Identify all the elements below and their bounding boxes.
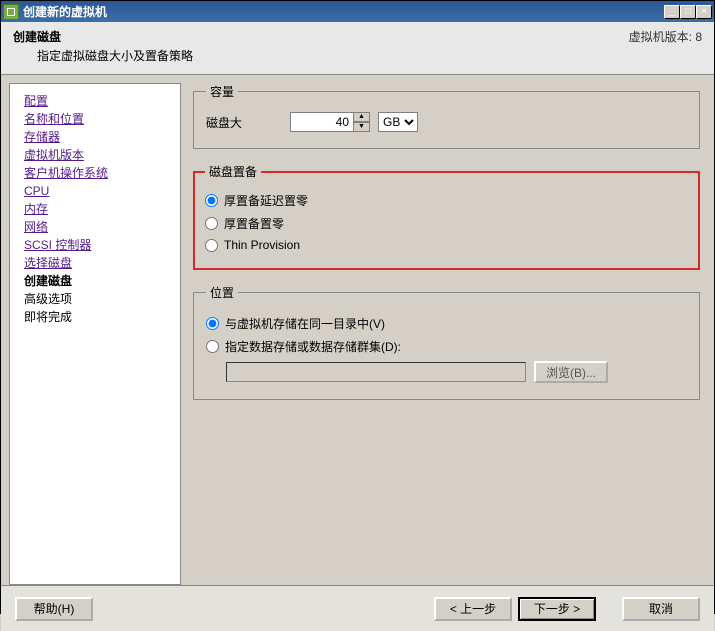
disk-size-input[interactable] xyxy=(290,112,354,132)
datastore-path-input xyxy=(226,362,526,382)
radio-thick-eager-label: 厚置备置零 xyxy=(224,215,284,232)
wizard-steps-sidebar: 配置 名称和位置 存储器 虚拟机版本 客户机操作系统 CPU 内存 网络 SCS… xyxy=(9,83,181,585)
capacity-group: 容量 磁盘大 ▲ ▼ GB xyxy=(193,83,700,149)
page-title: 创建磁盘 xyxy=(13,28,193,45)
step-cpu[interactable]: CPU xyxy=(24,182,180,200)
step-configuration[interactable]: 配置 xyxy=(24,92,180,110)
next-button[interactable]: 下一步 > xyxy=(518,597,596,621)
page-subtitle: 指定虚拟磁盘大小及置备策略 xyxy=(13,47,193,64)
step-create-disk: 创建磁盘 xyxy=(24,272,180,290)
close-button[interactable]: × xyxy=(696,5,712,19)
step-vm-version[interactable]: 虚拟机版本 xyxy=(24,146,180,164)
provisioning-legend: 磁盘置备 xyxy=(205,163,261,180)
radio-thin-provision-label: Thin Provision xyxy=(224,238,300,252)
minimize-button[interactable]: _ xyxy=(664,5,680,19)
browse-button: 浏览(B)... xyxy=(534,361,608,383)
step-network[interactable]: 网络 xyxy=(24,218,180,236)
window-title: 创建新的虚拟机 xyxy=(23,3,664,20)
radio-store-with-vm[interactable] xyxy=(206,317,219,330)
radio-specify-datastore-label: 指定数据存储或数据存储群集(D): xyxy=(225,338,401,355)
step-storage[interactable]: 存储器 xyxy=(24,128,180,146)
cancel-button[interactable]: 取消 xyxy=(622,597,700,621)
location-legend: 位置 xyxy=(206,284,238,301)
radio-thin-provision[interactable] xyxy=(205,239,218,252)
step-memory[interactable]: 内存 xyxy=(24,200,180,218)
step-scsi[interactable]: SCSI 控制器 xyxy=(24,236,180,254)
radio-specify-datastore[interactable] xyxy=(206,340,219,353)
radio-thick-lazy-label: 厚置备延迟置零 xyxy=(224,192,308,209)
radio-thick-lazy[interactable] xyxy=(205,194,218,207)
spinner-down-icon[interactable]: ▼ xyxy=(354,122,370,132)
disk-size-label: 磁盘大 xyxy=(206,114,242,131)
vsphere-icon xyxy=(3,4,19,20)
vm-version-label: 虚拟机版本: 8 xyxy=(629,28,702,64)
wizard-header: 创建磁盘 指定虚拟磁盘大小及置备策略 虚拟机版本: 8 xyxy=(1,22,714,75)
window-titlebar: 创建新的虚拟机 _ □ × xyxy=(1,1,714,22)
step-name-location[interactable]: 名称和位置 xyxy=(24,110,180,128)
wizard-main-panel: 容量 磁盘大 ▲ ▼ GB 磁盘置备 厚置备延迟置零 xyxy=(185,75,714,585)
maximize-button[interactable]: □ xyxy=(680,5,696,19)
back-button[interactable]: < 上一步 xyxy=(434,597,512,621)
radio-store-with-vm-label: 与虚拟机存储在同一目录中(V) xyxy=(225,315,385,332)
disk-size-unit-select[interactable]: GB xyxy=(378,112,418,132)
capacity-legend: 容量 xyxy=(206,83,238,100)
radio-thick-eager[interactable] xyxy=(205,217,218,230)
disk-size-spinner[interactable]: ▲ ▼ xyxy=(290,112,370,132)
step-advanced: 高级选项 xyxy=(24,290,180,308)
step-ready: 即将完成 xyxy=(24,308,180,326)
wizard-footer: 帮助(H) < 上一步 下一步 > 取消 xyxy=(1,585,714,631)
step-guest-os[interactable]: 客户机操作系统 xyxy=(24,164,180,182)
location-group: 位置 与虚拟机存储在同一目录中(V) 指定数据存储或数据存储群集(D): 浏览(… xyxy=(193,284,700,400)
step-select-disk[interactable]: 选择磁盘 xyxy=(24,254,180,272)
spinner-up-icon[interactable]: ▲ xyxy=(354,112,370,122)
provisioning-group: 磁盘置备 厚置备延迟置零 厚置备置零 Thin Provision xyxy=(193,163,700,270)
help-button[interactable]: 帮助(H) xyxy=(15,597,93,621)
